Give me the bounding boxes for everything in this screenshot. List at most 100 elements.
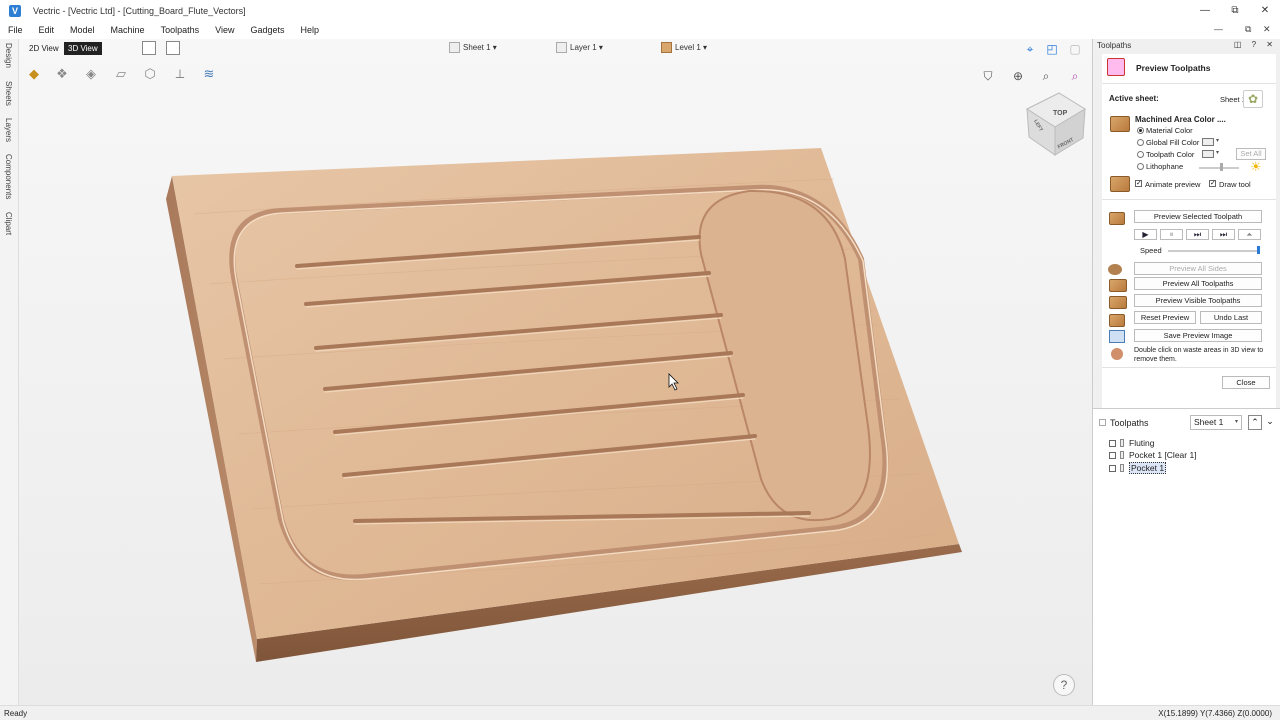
menu-edit[interactable]: Edit <box>31 25 63 35</box>
machined-area-label: Machined Area Color .... <box>1135 115 1226 124</box>
toolpath-color-label: Toolpath Color <box>1146 150 1195 159</box>
lithophane-slider-knob[interactable] <box>1220 163 1223 171</box>
preview-selected-icon <box>1109 212 1125 225</box>
view-cube[interactable]: TOP FRONT LEFT <box>1025 92 1086 156</box>
toolpath-checkbox[interactable] <box>1109 451 1116 459</box>
preview-all-sides-icon <box>1108 264 1122 275</box>
preview-toolpaths-icon <box>1107 58 1125 76</box>
toolpath-item-fluting[interactable]: Fluting <box>1109 438 1155 448</box>
preview-toolpaths-title: Preview Toolpaths <box>1136 63 1211 73</box>
menu-file[interactable]: File <box>0 25 31 35</box>
panel-header-title: Toolpaths <box>1097 41 1132 50</box>
light-icon[interactable]: ☀ <box>1250 160 1262 173</box>
close-preview-button[interactable]: Close <box>1222 376 1270 389</box>
skip-to-end-button[interactable]: ⏭ <box>1212 229 1235 240</box>
cursor-coordinates: X(15.1899) Y(7.4366) Z(0.0000) <box>1158 709 1272 718</box>
animate-preview-icon <box>1110 176 1130 192</box>
doc-minimize-button[interactable]: — <box>1214 24 1223 34</box>
minimize-button[interactable]: — <box>1190 0 1220 21</box>
left-tab-strip: Design Sheets Layers Components Clipart <box>0 39 19 705</box>
menu-gadgets[interactable]: Gadgets <box>242 25 292 35</box>
toolpath-type-icon <box>1120 464 1124 472</box>
panel-header-buttons[interactable]: ◫ ? ✕ <box>1234 40 1277 49</box>
tab-components[interactable]: Components <box>4 154 13 199</box>
maximize-button[interactable]: ⧉ <box>1220 0 1250 21</box>
global-fill-color-radio[interactable] <box>1137 139 1144 146</box>
toolpath-checkbox[interactable] <box>1109 439 1116 447</box>
menu-model[interactable]: Model <box>62 25 103 35</box>
menu-machine[interactable]: Machine <box>103 25 153 35</box>
toolpaths-select-all-checkbox[interactable] <box>1099 419 1106 426</box>
reset-preview-button[interactable]: Reset Preview <box>1134 311 1196 324</box>
toolpath-label: Pocket 1 [Clear 1] <box>1129 450 1197 460</box>
status-text: Ready <box>4 709 28 718</box>
preview-visible-icon <box>1109 296 1127 309</box>
tab-design[interactable]: Design <box>4 43 13 68</box>
preview-all-toolpaths-button[interactable]: Preview All Toolpaths <box>1134 277 1262 290</box>
menu-view[interactable]: View <box>207 25 242 35</box>
lithophane-label: Lithophane <box>1146 162 1184 171</box>
toolpath-type-icon <box>1120 439 1124 447</box>
draw-tool-checkbox[interactable]: ✓ <box>1209 180 1216 187</box>
menu-help[interactable]: Help <box>293 25 328 35</box>
3d-viewport[interactable]: 2D View 3D View Sheet 1 ▾ Layer 1 ▾ Leve… <box>19 39 1092 705</box>
palette-icon[interactable]: ✿ <box>1243 90 1263 108</box>
menu-bar: File Edit Model Machine Toolpaths View G… <box>0 21 1092 39</box>
toolpath-item-pocket[interactable]: Pocket 1 <box>1109 462 1167 474</box>
close-button[interactable]: ✕ <box>1250 0 1280 21</box>
document-window-controls: — ⧉ ✕ <box>1092 21 1280 39</box>
active-sheet-label: Active sheet: <box>1109 94 1159 103</box>
play-button[interactable]: ▶ <box>1134 229 1157 240</box>
toolpath-color-radio[interactable] <box>1137 151 1144 158</box>
material-color-radio[interactable] <box>1137 127 1144 134</box>
scene-canvas: TOP FRONT LEFT <box>166 92 1086 662</box>
speed-slider-knob[interactable] <box>1257 246 1260 254</box>
speed-label: Speed <box>1140 246 1162 255</box>
preview-toolpaths-card: Preview Toolpaths Active sheet: Sheet 1 … <box>1102 54 1276 409</box>
undo-last-button[interactable]: Undo Last <box>1200 311 1262 324</box>
title-bar: V Vectric - [Vectric Ltd] - [Cutting_Boa… <box>0 0 1280 21</box>
move-toolpath-down-button[interactable]: ⌄ <box>1263 415 1277 430</box>
waste-area-hint-icon <box>1111 348 1123 360</box>
toolpath-type-icon <box>1120 451 1124 459</box>
active-sheet-value: Sheet 1 <box>1220 95 1246 104</box>
panel-header: Toolpaths ◫ ? ✕ <box>1093 39 1280 52</box>
toolpaths-panel: Toolpaths ◫ ? ✕ Preview Toolpaths Active… <box>1092 39 1280 705</box>
machined-area-icon <box>1110 116 1130 132</box>
toolpath-label: Fluting <box>1129 438 1155 448</box>
material-color-label: Material Color <box>1146 126 1193 135</box>
doc-restore-button[interactable]: ⧉ <box>1245 24 1251 35</box>
go-up-button[interactable]: ⏶ <box>1238 229 1261 240</box>
save-preview-image-button[interactable]: Save Preview Image <box>1134 329 1262 342</box>
window-title: Vectric - [Vectric Ltd] - [Cutting_Board… <box>33 5 246 16</box>
tab-clipart[interactable]: Clipart <box>4 212 13 235</box>
toolpath-color-picker[interactable]: ▾ <box>1202 150 1222 158</box>
preview-visible-toolpaths-button[interactable]: Preview Visible Toolpaths <box>1134 294 1262 307</box>
cube-top-label: TOP <box>1053 110 1068 117</box>
preview-all-sides-button[interactable]: Preview All Sides <box>1134 262 1262 275</box>
toolpath-checkbox[interactable] <box>1109 464 1116 472</box>
toolpaths-sheet-select[interactable]: Sheet 1 ▾ <box>1190 415 1242 430</box>
toolpath-item-pocket-clear[interactable]: Pocket 1 [Clear 1] <box>1109 450 1197 460</box>
pause-button[interactable]: ⏸ <box>1160 229 1183 240</box>
preview-all-icon <box>1109 279 1127 292</box>
global-fill-color-picker[interactable]: ▾ <box>1202 138 1222 146</box>
toolpaths-list-card: Toolpaths Sheet 1 ▾ ⌃ ⌄ Fluting Pocket 1… <box>1093 408 1280 705</box>
lithophane-slider[interactable] <box>1199 167 1239 169</box>
tab-layers[interactable]: Layers <box>4 118 13 142</box>
lithophane-radio[interactable] <box>1137 163 1144 170</box>
move-toolpath-up-button[interactable]: ⌃ <box>1248 415 1262 430</box>
preview-selected-toolpath-button[interactable]: Preview Selected Toolpath <box>1134 210 1262 223</box>
vectric-app-icon: V <box>9 4 21 17</box>
toolpath-label: Pocket 1 <box>1129 462 1167 474</box>
tab-sheets[interactable]: Sheets <box>4 81 13 106</box>
doc-close-button[interactable]: ✕ <box>1263 24 1271 35</box>
save-image-icon <box>1109 330 1125 343</box>
status-bar: Ready X(15.1899) Y(7.4366) Z(0.0000) <box>0 705 1280 720</box>
step-forward-button[interactable]: ⏭ <box>1186 229 1209 240</box>
animate-preview-checkbox[interactable]: ✓ <box>1135 180 1142 187</box>
help-button[interactable]: ? <box>1053 674 1075 696</box>
menu-toolpaths[interactable]: Toolpaths <box>153 25 208 35</box>
toolpaths-sheet-value: Sheet 1 <box>1194 417 1224 427</box>
speed-slider[interactable] <box>1168 250 1260 252</box>
